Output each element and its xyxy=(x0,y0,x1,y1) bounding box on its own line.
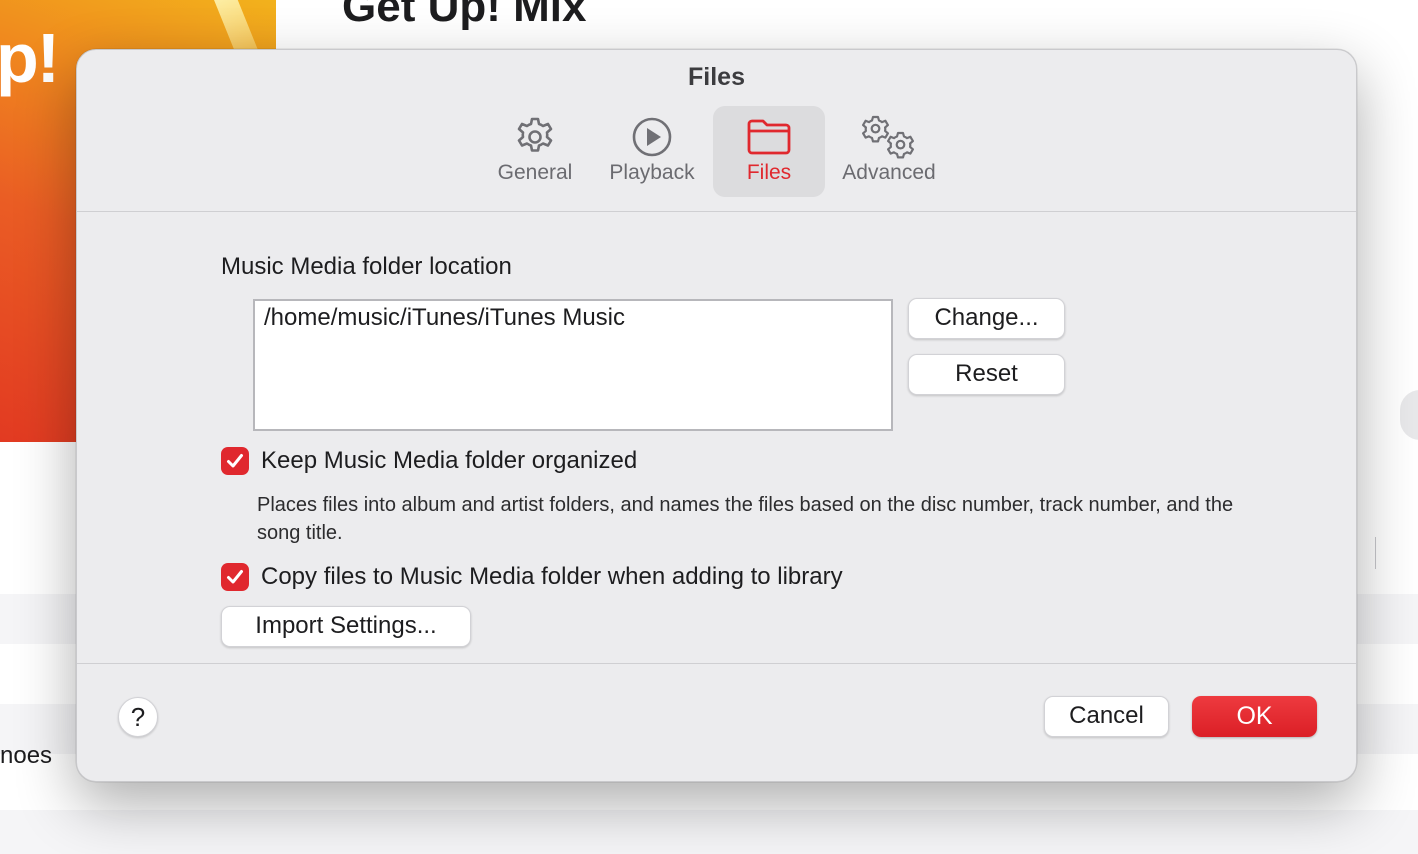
scroll-button[interactable] xyxy=(1400,390,1418,440)
tab-playback[interactable]: Playback xyxy=(596,106,708,197)
tab-files[interactable]: Files xyxy=(713,106,825,197)
folder-path-field[interactable]: /home/music/iTunes/iTunes Music xyxy=(253,299,893,431)
gears-icon xyxy=(833,114,945,160)
import-settings-button[interactable]: Import Settings... xyxy=(221,606,471,647)
cancel-button[interactable]: Cancel xyxy=(1044,696,1169,737)
tab-general[interactable]: General xyxy=(479,106,591,197)
keep-organized-label: Keep Music Media folder organized xyxy=(261,447,638,474)
play-circle-icon xyxy=(596,114,708,160)
track-row-stripe xyxy=(0,810,1418,854)
tab-files-label: Files xyxy=(746,161,792,184)
gear-icon xyxy=(479,114,591,160)
folder-location-label: Music Media folder location xyxy=(221,253,512,280)
preferences-toolbar: Files General Playback Files Advanced xyxy=(77,50,1356,212)
preferences-dialog: Files General Playback Files Advanced Mu… xyxy=(76,49,1357,782)
footer-divider xyxy=(77,663,1356,664)
keep-organized-description: Places files into album and artist folde… xyxy=(257,494,1234,544)
reset-button[interactable]: Reset xyxy=(908,354,1065,395)
tab-general-label: General xyxy=(497,161,573,184)
change-button[interactable]: Change... xyxy=(908,298,1065,339)
column-divider xyxy=(1375,537,1376,569)
tab-advanced-label: Advanced xyxy=(842,161,936,184)
ok-button[interactable]: OK xyxy=(1192,696,1317,737)
folder-icon xyxy=(713,114,825,160)
help-button[interactable]: ? xyxy=(118,697,158,737)
artwork-text: p! xyxy=(0,19,60,97)
checkmark-icon xyxy=(227,454,243,468)
track-row-text: noes xyxy=(0,742,53,769)
copy-files-label: Copy files to Music Media folder when ad… xyxy=(261,563,843,590)
dialog-title: Files xyxy=(688,63,745,91)
tab-advanced[interactable]: Advanced xyxy=(833,106,945,197)
copy-files-checkbox[interactable] xyxy=(221,563,249,591)
tab-playback-label: Playback xyxy=(609,161,695,184)
checkmark-icon xyxy=(227,570,243,584)
keep-organized-checkbox[interactable] xyxy=(221,447,249,475)
album-title: Get Up! Mix xyxy=(342,0,587,31)
folder-path-text: /home/music/iTunes/iTunes Music xyxy=(264,304,626,331)
